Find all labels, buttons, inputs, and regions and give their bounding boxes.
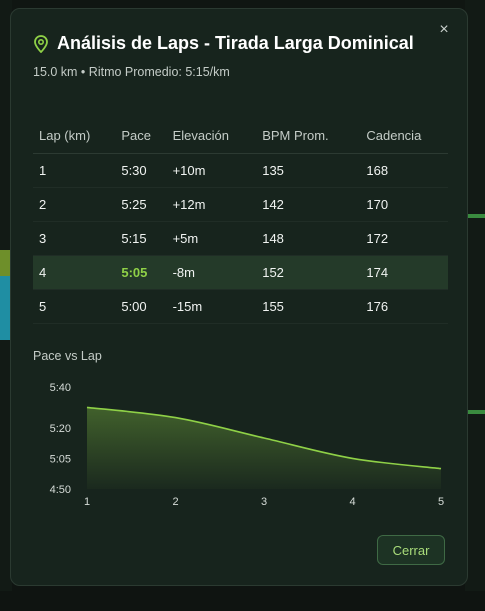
- modal-title: Análisis de Laps - Tirada Larga Dominica…: [57, 33, 414, 53]
- map-pin-icon: [34, 34, 48, 53]
- lap-analysis-modal: Análisis de Laps - Tirada Larga Dominica…: [10, 8, 468, 586]
- bpm-cell: 148: [256, 221, 361, 256]
- laps-table: Lap (km) Pace Elevación BPM Prom. Cadenc…: [33, 117, 448, 324]
- column-header-bpm: BPM Prom.: [256, 117, 361, 154]
- table-row-highlighted: 4 5:05 -8m 152 174: [33, 255, 448, 290]
- x-tick-label: 2: [172, 496, 178, 508]
- x-tick-label: 4: [349, 496, 355, 508]
- x-tick-label: 1: [84, 496, 90, 508]
- lap-cell: 4: [33, 255, 116, 290]
- elevation-cell: +12m: [166, 187, 257, 222]
- column-header-elevation: Elevación: [166, 117, 257, 154]
- cadence-cell: 174: [360, 255, 448, 290]
- y-tick-label: 5:40: [50, 382, 71, 394]
- column-header-cadence: Cadencia: [360, 117, 448, 154]
- y-tick-label: 5:20: [50, 423, 71, 435]
- table-row: 5 5:00 -15m 155 176: [33, 289, 448, 324]
- cadence-cell: 172: [360, 221, 448, 256]
- pace-chart: 5:40 5:20 5:05 4:50 1 2 3 4 5: [50, 382, 444, 508]
- lap-cell: 1: [33, 153, 116, 188]
- bpm-cell: 152: [256, 255, 361, 290]
- y-tick-label: 5:05: [50, 453, 71, 465]
- elevation-cell: +10m: [166, 153, 257, 188]
- y-tick-label: 4:50: [50, 484, 71, 496]
- elevation-cell: +5m: [166, 221, 257, 256]
- pace-cell: 5:00: [115, 289, 167, 324]
- close-icon[interactable]: ×: [435, 21, 453, 39]
- lap-cell: 5: [33, 289, 116, 324]
- elevation-cell: -8m: [166, 255, 257, 290]
- cadence-cell: 170: [360, 187, 448, 222]
- pace-cell: 5:25: [115, 187, 167, 222]
- pace-area-fill: [87, 407, 441, 489]
- table-header-row: Lap (km) Pace Elevación BPM Prom. Cadenc…: [33, 117, 448, 154]
- elevation-cell: -15m: [166, 289, 257, 324]
- lap-cell: 2: [33, 187, 116, 222]
- column-header-lap: Lap (km): [33, 117, 116, 154]
- bpm-cell: 155: [256, 289, 361, 324]
- pace-cell: 5:30: [115, 153, 167, 188]
- table-row: 1 5:30 +10m 135 168: [33, 153, 448, 188]
- cadence-cell: 176: [360, 289, 448, 324]
- column-header-pace: Pace: [115, 117, 167, 154]
- x-tick-label: 3: [261, 496, 267, 508]
- table-row: 2 5:25 +12m 142 170: [33, 187, 448, 222]
- pace-cell: 5:15: [115, 221, 167, 256]
- bpm-cell: 135: [256, 153, 361, 188]
- modal-subtitle: 15.0 km • Ritmo Promedio: 5:15/km: [33, 65, 230, 79]
- cadence-cell: 168: [360, 153, 448, 188]
- modal-header: Análisis de Laps - Tirada Larga Dominica…: [33, 33, 414, 54]
- chart-title: Pace vs Lap: [33, 349, 102, 363]
- bpm-cell: 142: [256, 187, 361, 222]
- close-button[interactable]: Cerrar: [377, 535, 445, 565]
- pace-cell: 5:05: [115, 255, 167, 290]
- table-row: 3 5:15 +5m 148 172: [33, 221, 448, 256]
- x-tick-label: 5: [438, 496, 444, 508]
- lap-cell: 3: [33, 221, 116, 256]
